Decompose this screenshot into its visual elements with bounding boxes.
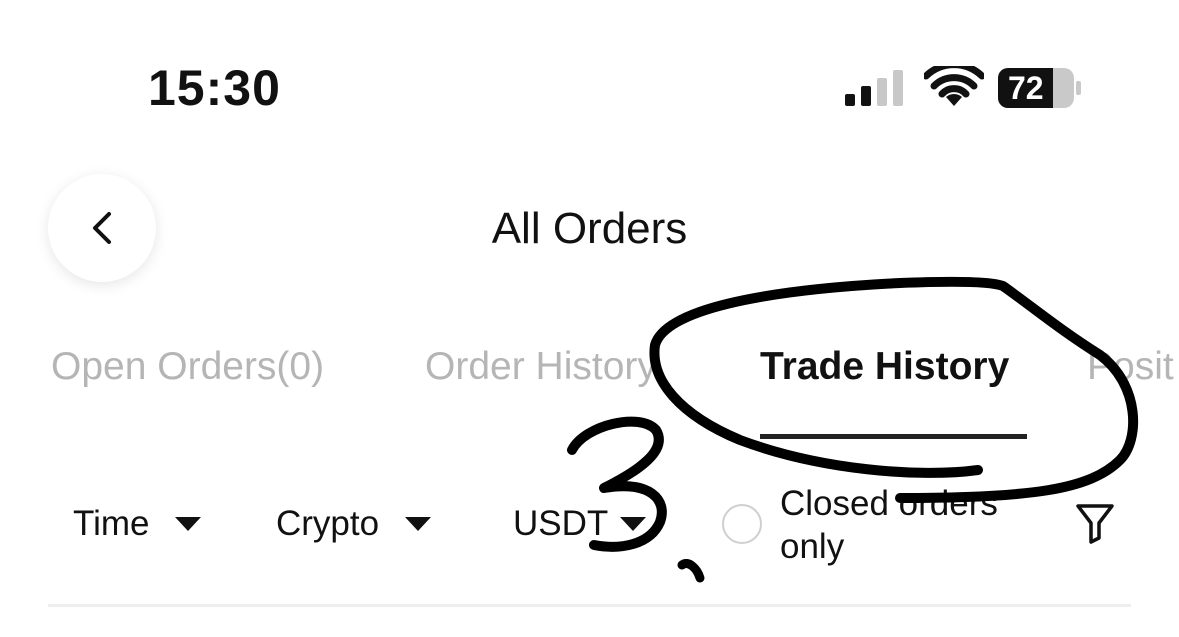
closed-orders-label: Closed orders only bbox=[780, 484, 998, 566]
currency-filter-dropdown[interactable]: USDT bbox=[513, 503, 647, 545]
status-time: 15:30 bbox=[148, 60, 281, 116]
tab-positions[interactable]: Posit bbox=[1087, 344, 1174, 390]
active-tab-underline bbox=[760, 434, 1027, 439]
crypto-filter-label: Crypto bbox=[276, 504, 380, 543]
list-divider bbox=[48, 604, 1131, 607]
closed-orders-radio[interactable] bbox=[722, 504, 762, 544]
order-tabs: Open Orders(0) Order History Trade Histo… bbox=[0, 344, 1179, 444]
caret-down-icon bbox=[620, 517, 647, 531]
battery-level: 72 bbox=[1008, 70, 1044, 106]
tab-trade-history[interactable]: Trade History bbox=[760, 344, 1009, 390]
time-filter-label: Time bbox=[73, 504, 150, 543]
time-filter-dropdown[interactable]: Time bbox=[73, 503, 202, 545]
page-title: All Orders bbox=[491, 204, 688, 253]
funnel-icon[interactable] bbox=[1074, 502, 1116, 544]
tab-open-orders[interactable]: Open Orders(0) bbox=[51, 344, 324, 390]
caret-down-icon bbox=[405, 517, 432, 531]
annotation-mark: 3 bbox=[0, 0, 1, 1]
battery-icon: 72 bbox=[998, 68, 1082, 108]
crypto-filter-dropdown[interactable]: Crypto bbox=[276, 503, 432, 545]
wifi-icon bbox=[924, 66, 984, 106]
caret-down-icon bbox=[175, 517, 202, 531]
cellular-signal-icon bbox=[845, 70, 905, 106]
tab-order-history[interactable]: Order History bbox=[425, 344, 657, 390]
currency-filter-label: USDT bbox=[513, 504, 609, 543]
